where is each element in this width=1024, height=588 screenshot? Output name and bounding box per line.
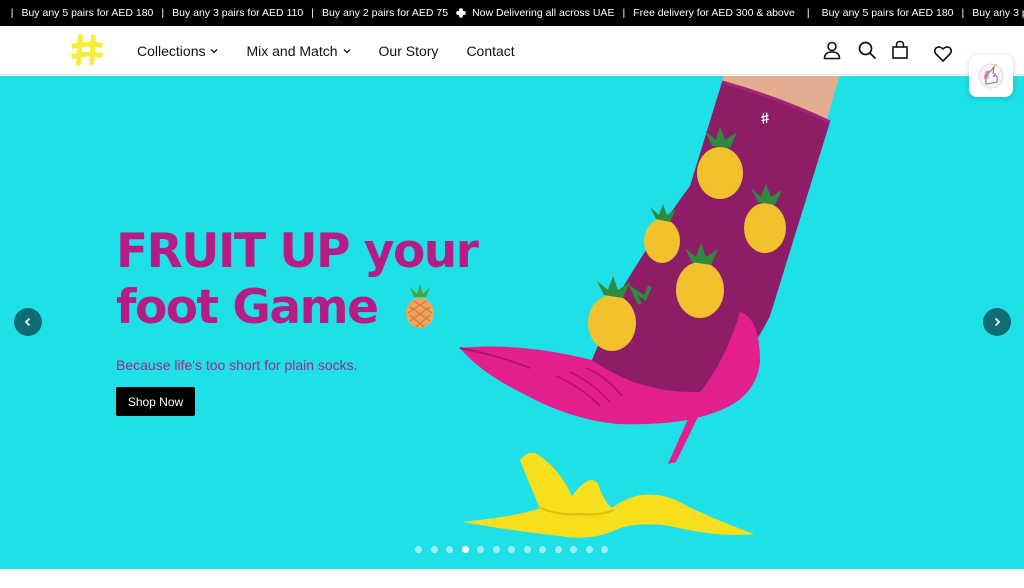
slider-dot[interactable]: [492, 546, 500, 553]
slider-prev-button[interactable]: [14, 308, 42, 336]
slider-dot[interactable]: [601, 546, 608, 553]
slider-dot[interactable]: [508, 546, 515, 553]
page-below-fold: [0, 569, 1024, 588]
slider-dot-active[interactable]: [461, 546, 469, 553]
announce-item: Buy any 3 pairs for AED 110|: [972, 7, 1024, 19]
brand-logo[interactable]: [69, 33, 105, 67]
announce-item: Free delivery for AED 300 & above |: [633, 7, 810, 19]
slider-dot[interactable]: [585, 546, 593, 553]
announce-item: Buy any 3 pairs for AED 110|: [172, 7, 314, 19]
flower-icon: [456, 8, 466, 18]
slider-dot[interactable]: [477, 546, 484, 553]
announce-item: Buy any 5 pairs for AED 180 |: [821, 7, 965, 19]
main-nav: Collections Mix and Match Our Story Cont…: [137, 26, 543, 75]
hero-tagline: Because life's too short for plain socks…: [116, 357, 358, 373]
site-header: Collections Mix and Match Our Story Cont…: [0, 26, 1024, 75]
hero-slider: # FRUIT UP your foot Game Because life's…: [0, 76, 1024, 569]
chevron-down-icon: [343, 48, 350, 53]
announce-item: Now Delivering all across UAE |: [448, 7, 633, 19]
announce-separator: |: [10, 7, 14, 19]
slider-dot[interactable]: [554, 546, 562, 553]
unicorn-icon: [978, 63, 1004, 89]
chevron-left-icon: [24, 317, 31, 327]
slider-dot[interactable]: [415, 546, 422, 553]
cart-icon[interactable]: [890, 40, 910, 60]
search-icon[interactable]: [857, 40, 877, 60]
hero-headline-line2: foot Game: [116, 280, 536, 336]
chevron-right-icon: [994, 317, 1001, 327]
hero-headline-line1: FRUIT UP your: [116, 224, 479, 279]
slider-dot[interactable]: [523, 546, 531, 553]
nav-contact[interactable]: Contact: [466, 43, 514, 59]
nav-mix-and-match[interactable]: Mix and Match: [246, 43, 350, 59]
shop-now-button[interactable]: Shop Now: [116, 387, 195, 416]
nav-collections[interactable]: Collections: [137, 43, 218, 59]
slider-dot[interactable]: [446, 546, 453, 553]
hero-headline: FRUIT UP your foot Game: [116, 224, 536, 336]
nav-our-story[interactable]: Our Story: [379, 43, 439, 59]
chevron-down-icon: [211, 48, 218, 53]
announce-item: Buy any 2 pairs for AED 75: [321, 7, 449, 19]
slider-dot[interactable]: [430, 546, 438, 553]
announcement-bar: | | Buy any 5 pairs for AED 180| Buy any…: [0, 0, 1024, 26]
loyalty-widget-button[interactable]: [969, 55, 1013, 97]
slider-next-button[interactable]: [983, 308, 1011, 336]
announce-item: Buy any 5 pairs for AED 180 |: [21, 7, 165, 19]
slider-pagination: [415, 546, 617, 553]
pineapple-icon: [405, 284, 434, 328]
slider-dot[interactable]: [539, 546, 546, 553]
account-icon[interactable]: [822, 40, 842, 60]
wishlist-heart-icon[interactable]: [933, 44, 953, 64]
slider-dot[interactable]: [570, 546, 577, 553]
announce-separator: |: [0, 7, 1, 19]
